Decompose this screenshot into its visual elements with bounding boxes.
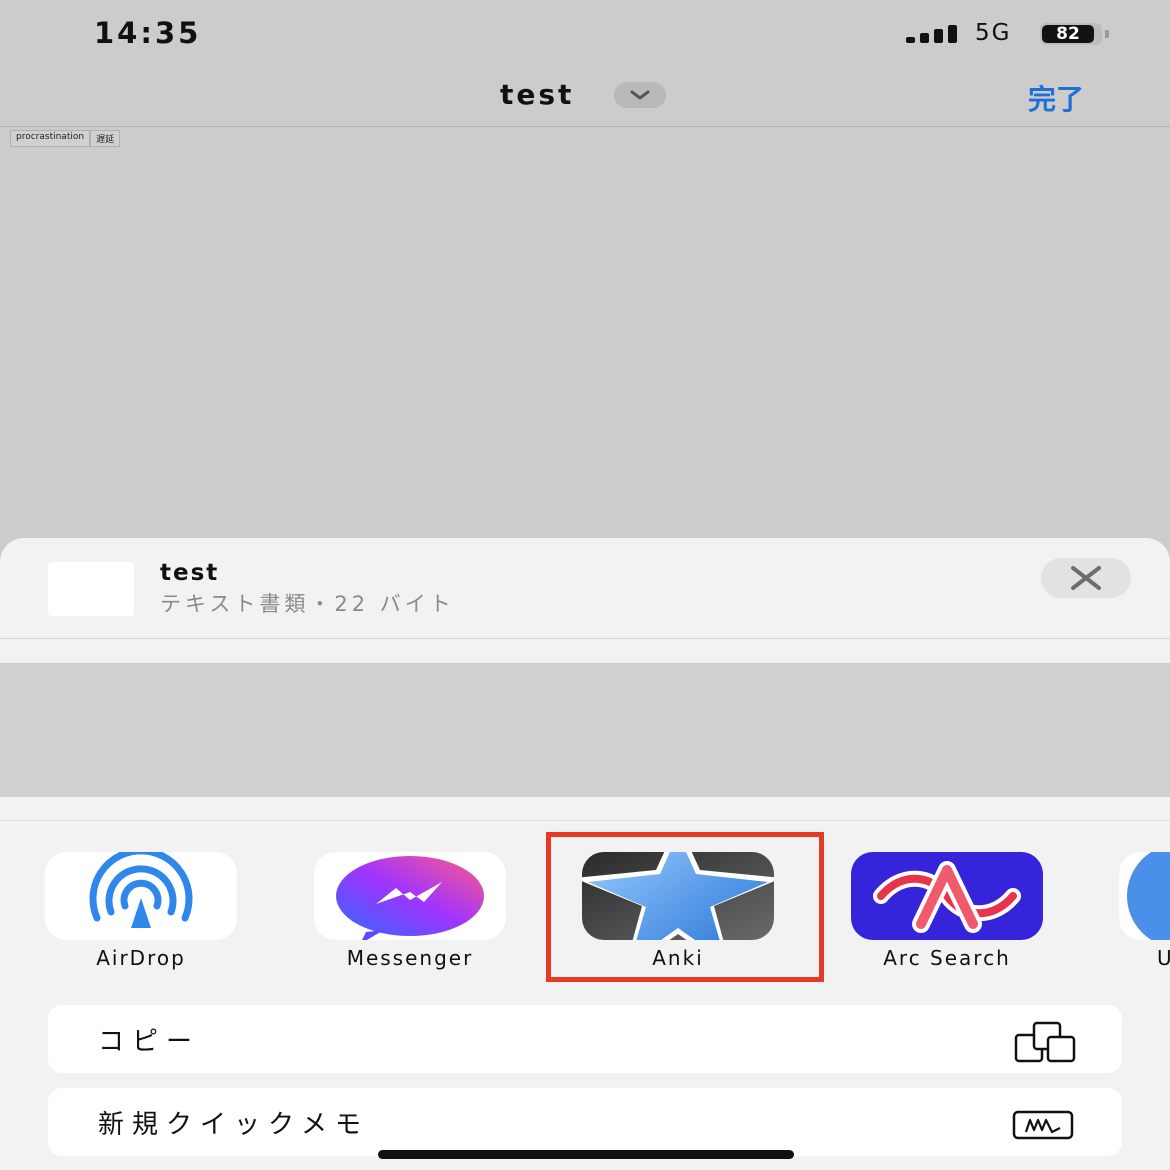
app-label: AirDrop <box>96 946 186 970</box>
status-time: 14:35 <box>94 16 202 50</box>
cellular-signal-icon <box>906 25 960 43</box>
table-cell: 遅延 <box>90 130 121 147</box>
battery-icon: 82 <box>1040 23 1109 45</box>
messenger-icon <box>314 852 506 940</box>
action-label: コピー <box>98 1027 201 1057</box>
document-content: procrastination 遅延 <box>10 130 121 147</box>
app-label: U <box>1157 946 1170 970</box>
shared-file-meta: テキスト書類・22 バイト <box>160 592 455 616</box>
app-label: Arc Search <box>883 946 1011 970</box>
divider <box>0 638 1170 639</box>
status-bar: 14:35 5G 82 <box>0 0 1170 70</box>
action-quick-note[interactable]: 新規クイックメモ <box>48 1088 1122 1156</box>
document-thumbnail <box>48 562 134 616</box>
document-title[interactable]: test <box>500 78 574 111</box>
anki-highlight-box <box>546 832 824 982</box>
action-label: 新規クイックメモ <box>98 1110 369 1140</box>
close-icon <box>1071 566 1101 590</box>
arc-search-icon <box>851 852 1043 940</box>
network-type: 5G <box>975 20 1012 46</box>
share-preview-area <box>0 663 1170 797</box>
nav-bar: test 完了 <box>0 70 1170 127</box>
action-copy[interactable]: コピー <box>48 1005 1122 1073</box>
share-sheet: test テキスト書類・22 バイト AirDrop Messenger Ank… <box>0 538 1170 1170</box>
divider <box>0 820 1170 821</box>
home-indicator[interactable] <box>378 1150 794 1159</box>
chevron-down-icon <box>630 90 650 100</box>
partial-app-icon <box>1119 852 1170 940</box>
airdrop-icon <box>45 852 237 940</box>
battery-level: 82 <box>1056 24 1080 44</box>
shared-file-name: test <box>160 560 220 586</box>
quick-note-icon <box>1012 1110 1074 1140</box>
title-menu-button[interactable] <box>614 82 666 108</box>
app-label: Messenger <box>346 946 474 970</box>
close-button[interactable] <box>1041 558 1131 598</box>
done-button[interactable]: 完了 <box>1028 78 1084 118</box>
copy-icon <box>1014 1021 1076 1063</box>
table-cell: procrastination <box>10 130 91 147</box>
